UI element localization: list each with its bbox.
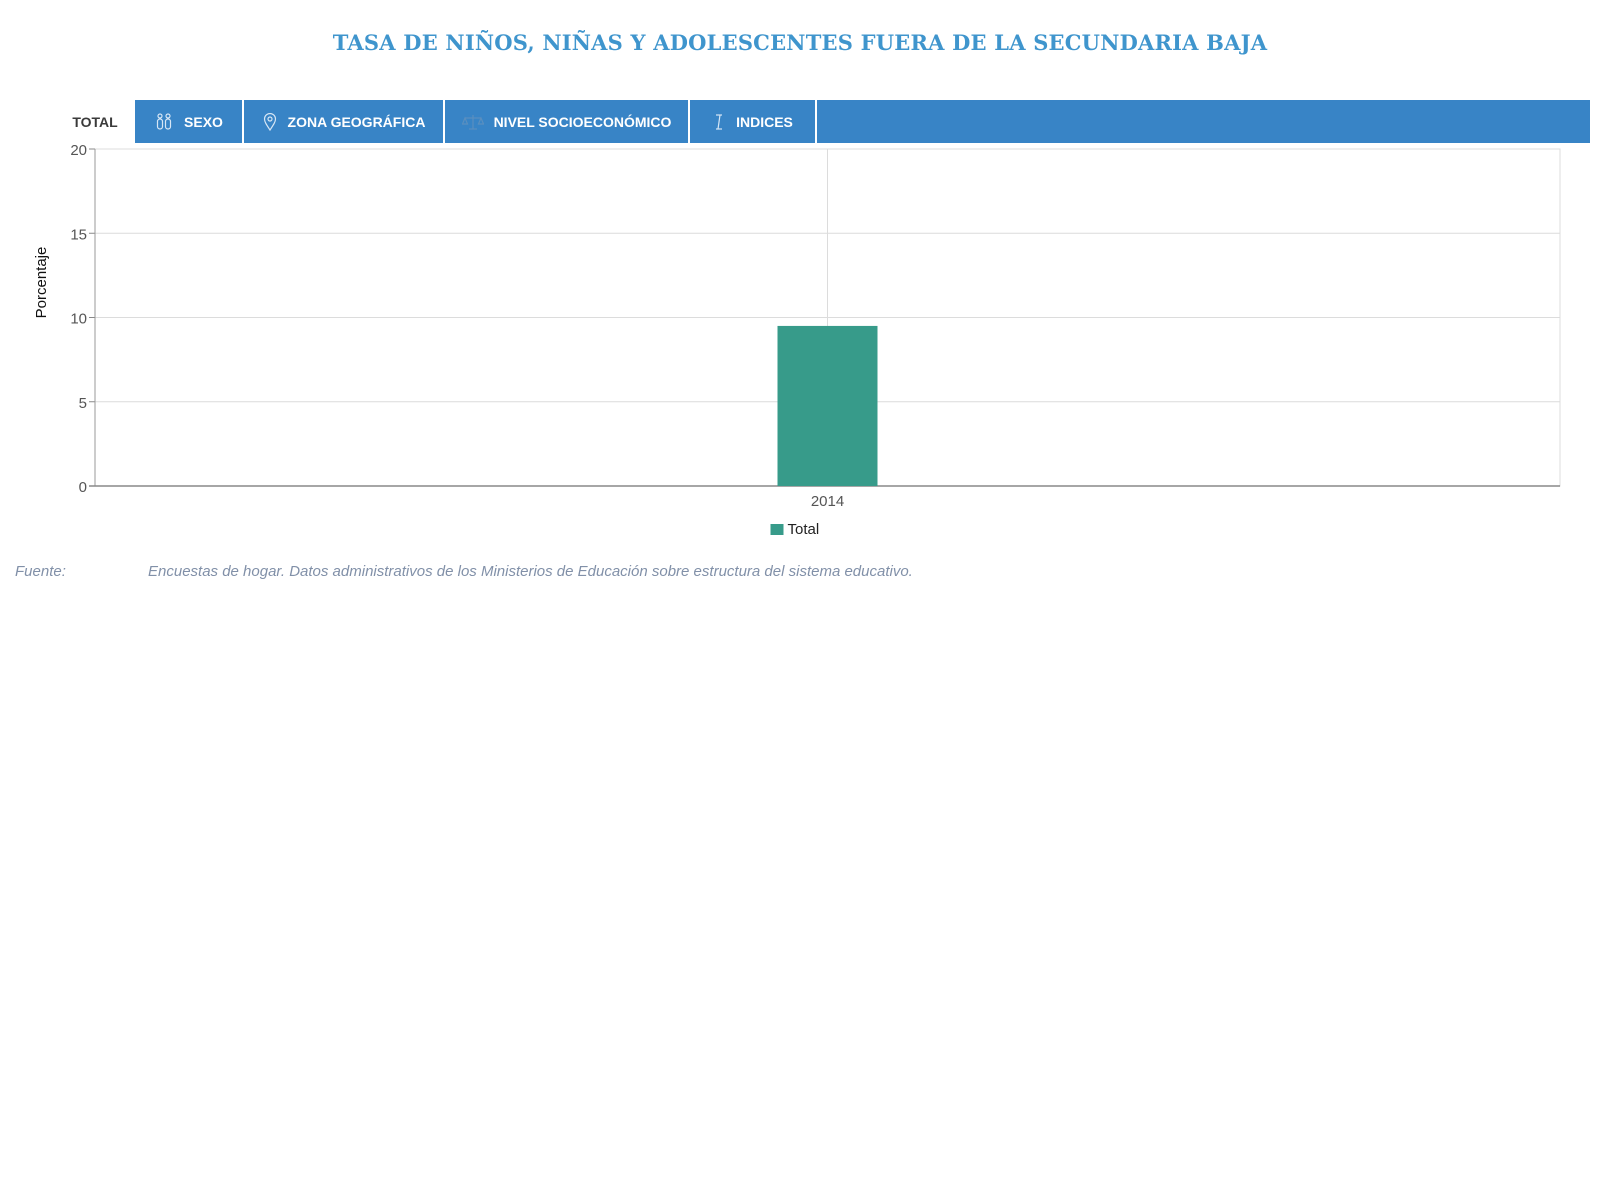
y-tick-label: 10 bbox=[70, 311, 87, 328]
tab-sexo[interactable]: SEXO bbox=[135, 100, 244, 143]
y-tick-label: 20 bbox=[70, 142, 87, 159]
y-tick-label: 0 bbox=[79, 479, 87, 496]
page-title: TASA DE NIÑOS, NIÑAS Y ADOLESCENTES FUER… bbox=[332, 30, 1268, 55]
legend-swatch-total bbox=[770, 524, 784, 535]
map-pin-icon bbox=[262, 112, 278, 131]
x-tick-label: 2014 bbox=[811, 493, 844, 510]
gender-icon bbox=[154, 112, 174, 131]
tab-nivel-socioeconomico-label: NIVEL SOCIOECONÓMICO bbox=[493, 113, 672, 130]
y-axis-title: Porcentaje bbox=[33, 247, 50, 319]
tab-zona-geografica-label: ZONA GEOGRÁFICA bbox=[287, 113, 426, 130]
chart-svg: 0 5 10 15 20 Porcentaje 2014 Total bbox=[33, 142, 1561, 538]
bar-total-2014 bbox=[777, 325, 878, 486]
source-text: Encuestas de hogar. Datos administrativo… bbox=[148, 563, 913, 580]
tab-zona-geografica[interactable]: ZONA GEOGRÁFICA bbox=[244, 100, 445, 143]
y-tick-label: 5 bbox=[79, 395, 87, 412]
legend-label-total: Total bbox=[788, 521, 820, 538]
bar-chart: 0 5 10 15 20 Porcentaje 2014 Total bbox=[0, 140, 1600, 550]
y-tick-label: 15 bbox=[70, 226, 87, 243]
tab-total[interactable]: TOTAL bbox=[55, 100, 135, 143]
tab-total-label: TOTAL bbox=[72, 113, 118, 130]
tab-nivel-socioeconomico[interactable]: NIVEL SOCIOECONÓMICO bbox=[445, 100, 690, 143]
scale-icon bbox=[461, 113, 484, 131]
tab-indices[interactable]: INDICES bbox=[690, 100, 817, 143]
tab-indices-label: INDICES bbox=[736, 113, 793, 130]
tab-sexo-label: SEXO bbox=[184, 113, 223, 130]
index-icon bbox=[712, 113, 726, 131]
indicator-tab-bar: TOTAL SEXO ZONA GEOGRÁFICA NIVEL SOCIOEC… bbox=[55, 100, 1590, 143]
source-label: Fuente: bbox=[15, 563, 66, 580]
